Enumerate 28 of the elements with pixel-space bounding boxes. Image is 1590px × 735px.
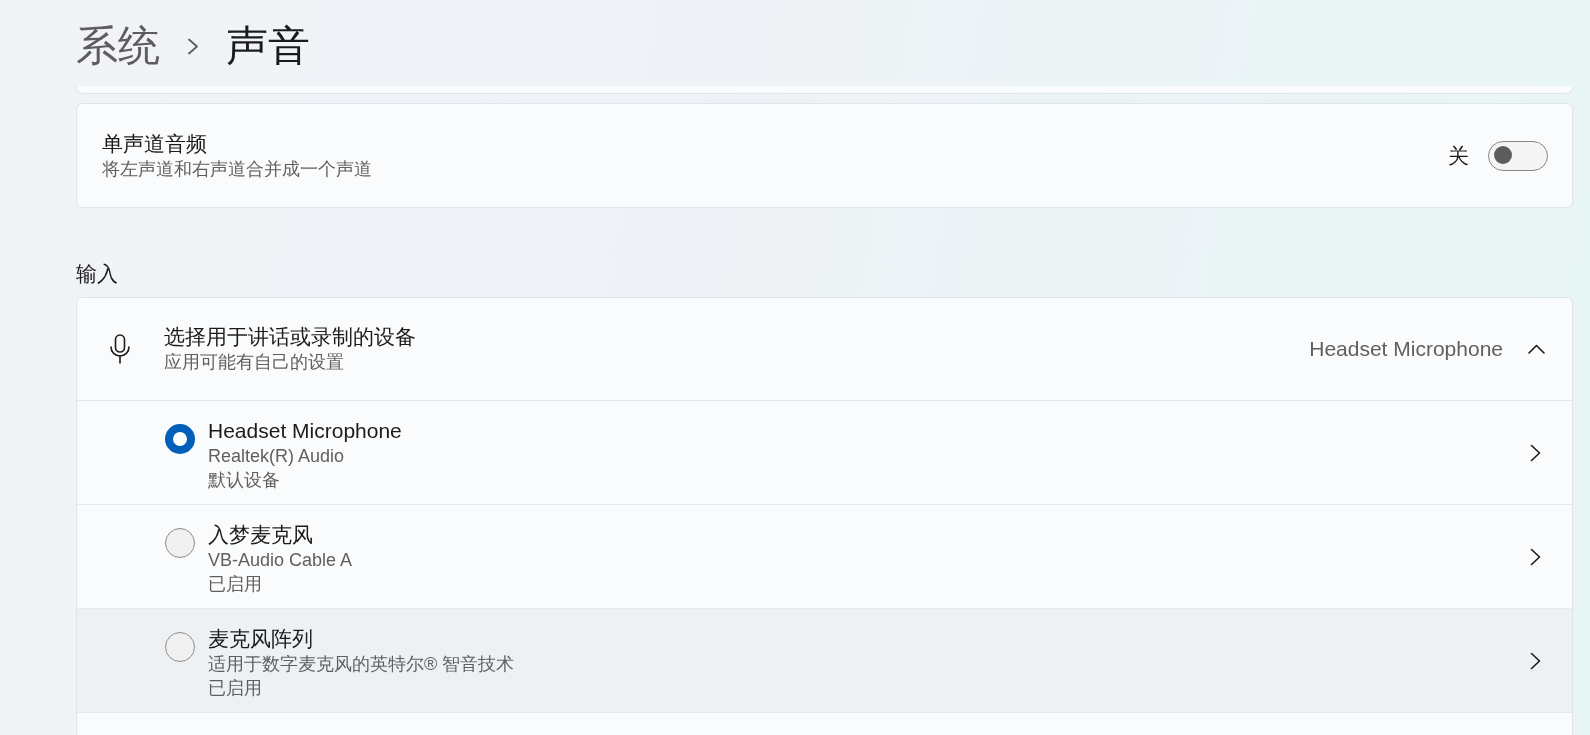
device-driver: Realtek(R) Audio <box>208 445 345 468</box>
section-heading: 输入 <box>76 261 118 287</box>
setting-description: 将左声道和右声道合并成一个声道 <box>102 157 372 181</box>
radio-button[interactable] <box>165 528 195 558</box>
device-status: 已启用 <box>208 573 262 596</box>
selected-device-label: Headset Microphone <box>1309 336 1503 362</box>
toggle-state-label: 关 <box>1448 142 1469 169</box>
chevron-right-icon <box>1530 443 1541 462</box>
device-row[interactable]: 麦克风阵列 适用于数字麦克风的英特尔® 智音技术 已启用 <box>77 609 1572 713</box>
chevron-right-icon <box>1530 651 1541 670</box>
picker-title: 选择用于讲话或录制的设备 <box>164 324 416 350</box>
chevron-right-icon <box>1530 547 1541 566</box>
radio-button[interactable] <box>165 632 195 662</box>
device-driver: VB-Audio Cable A <box>208 549 353 572</box>
microphone-icon <box>109 334 131 364</box>
picker-description: 应用可能有自己的设置 <box>164 351 344 374</box>
device-status: 已启用 <box>208 677 262 700</box>
device-name: 入梦麦克风 <box>208 522 313 548</box>
setting-title: 单声道音频 <box>102 130 207 157</box>
device-name: 麦克风阵列 <box>208 626 313 652</box>
device-name: Headset Microphone <box>208 418 402 444</box>
toggle-switch[interactable] <box>1488 140 1548 171</box>
breadcrumb-link[interactable]: 系统 <box>76 21 160 71</box>
device-driver: 适用于数字麦克风的英特尔® 智音技术 <box>208 653 515 676</box>
page-title: 声音 <box>226 21 310 71</box>
radio-button[interactable] <box>165 424 195 454</box>
chevron-right-icon <box>187 37 199 55</box>
device-status: 默认设备 <box>208 469 280 492</box>
